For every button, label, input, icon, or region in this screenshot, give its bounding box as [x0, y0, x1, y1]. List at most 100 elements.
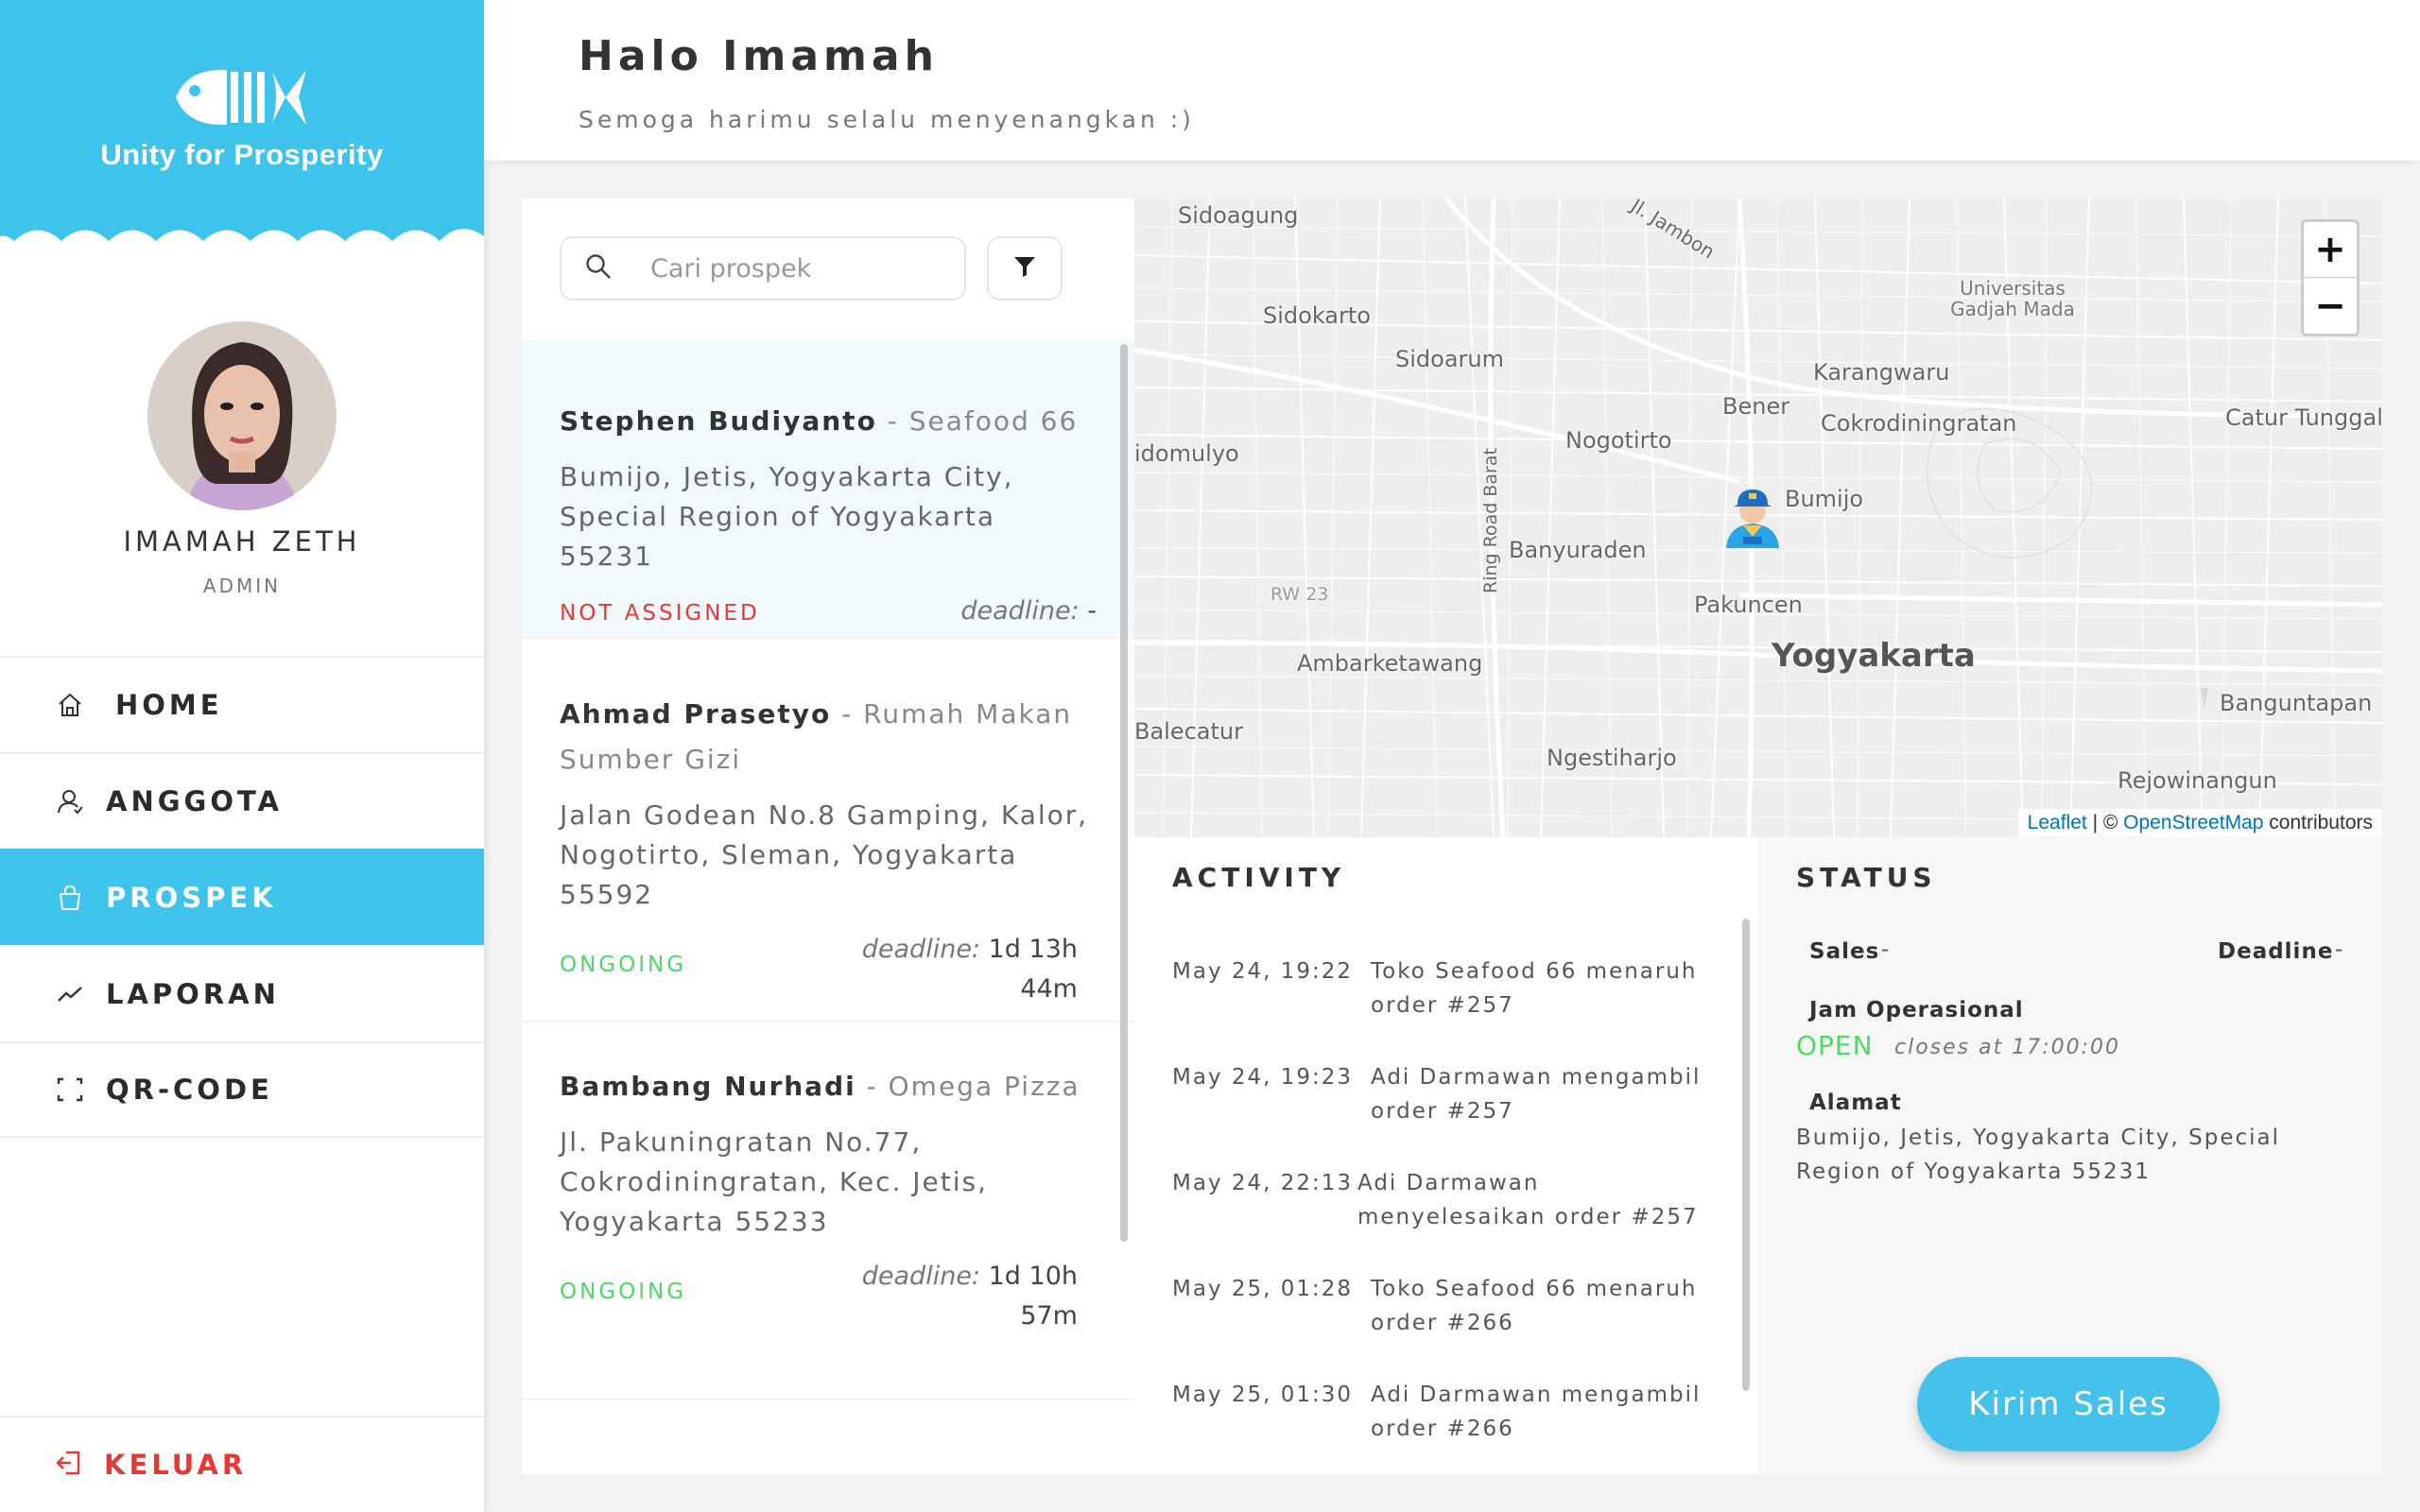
prospect-business: Seafood 66: [908, 405, 1079, 437]
brand-wave-background: [0, 0, 484, 241]
map-label: Ambarketawang: [1297, 650, 1483, 677]
nav-item-laporan[interactable]: LAPORAN: [0, 945, 484, 1041]
activity-scrollbar[interactable]: [1742, 919, 1750, 1391]
prospect-list-panel: Cari prospek Stephen Budiyanto - Seafood…: [522, 198, 1134, 1474]
prospect-name: Ahmad Prasetyo: [560, 698, 832, 730]
bag-icon: [55, 883, 85, 913]
zoom-out-button[interactable]: −: [2304, 278, 2357, 334]
map-attribution: Leaflet | © OpenStreetMap contributors: [2017, 809, 2382, 837]
operating-hours-label: Jam Operasional: [1809, 998, 2024, 1022]
deadline-label: deadline:: [960, 596, 1080, 626]
prospect-address: Bumijo, Jetis, Yogyakarta City, Special …: [560, 461, 1014, 572]
activity-title: ACTIVITY: [1172, 862, 1346, 893]
prospect-title: Ahmad Prasetyo - Rumah Makan Sumber Gizi: [560, 692, 1097, 782]
prospect-item[interactable]: Bambang Nurhadi - Omega Pizza Jl. Pakuni…: [522, 1022, 1134, 1400]
prospect-deadline: deadline: -: [960, 592, 1097, 631]
filter-icon: [1012, 254, 1037, 283]
prospect-list[interactable]: Stephen Budiyanto - Seafood 66 Bumijo, J…: [522, 340, 1134, 1474]
map-label: Banguntapan: [2220, 690, 2373, 716]
page-header: Halo Imamah Semoga harimu selalu menyena…: [484, 0, 2420, 161]
map[interactable]: Sidoagung Jl. Jambon Sidokarto Sidoarum …: [1134, 198, 2382, 837]
map-label: Pakuncen: [1694, 592, 1803, 618]
logout-label: KELUAR: [104, 1449, 248, 1481]
map-label: Catur Tunggal: [2225, 404, 2382, 431]
map-label: Banyuraden: [1509, 537, 1647, 563]
send-sales-button[interactable]: Kirim Sales: [1917, 1357, 2220, 1452]
profile-name: IMAMAH ZETH: [123, 525, 361, 558]
attribution-separator: | ©: [2086, 812, 2124, 833]
nav-item-qr-code[interactable]: QR-CODE: [0, 1041, 484, 1138]
map-label: Cokrodiningratan: [1821, 410, 2017, 437]
page-subtitle: Semoga harimu selalu menyenangkan :): [579, 106, 1195, 133]
deadline-label: deadline:: [861, 1262, 981, 1291]
search-icon: [584, 252, 613, 284]
zoom-control: + −: [2301, 219, 2360, 336]
sales-value: -: [1881, 937, 1892, 962]
activity-time: May 24, 22:13: [1172, 1171, 1354, 1195]
prospect-status: ONGOING: [560, 1280, 687, 1304]
prospect-status: NOT ASSIGNED: [560, 601, 760, 626]
activity-time: May 24, 19:22: [1172, 959, 1354, 984]
deadline-value: -: [2335, 937, 2345, 962]
chart-icon: [55, 979, 85, 1009]
map-label: Universitas Gadjah Mada: [1950, 277, 2075, 320]
prospect-title: Stephen Budiyanto - Seafood 66: [560, 399, 1097, 444]
map-label: idomulyo: [1134, 440, 1239, 467]
logout-icon: [55, 1449, 83, 1481]
deadline-label: Deadline: [2218, 939, 2334, 964]
filter-button[interactable]: [987, 236, 1063, 301]
prospect-name: Stephen Budiyanto: [560, 405, 877, 437]
prospect-item[interactable]: Ahmad Prasetyo - Rumah Makan Sumber Gizi…: [522, 639, 1134, 1022]
page-title: Halo Imamah: [579, 32, 939, 80]
deadline-value: 1d 13h 44m: [988, 935, 1078, 1004]
prospect-business: Omega Pizza: [888, 1071, 1080, 1102]
leaflet-link[interactable]: Leaflet: [2028, 812, 2087, 833]
prospect-title: Bambang Nurhadi - Omega Pizza: [560, 1064, 1097, 1109]
map-label: Ring Road Barat: [1479, 448, 1501, 593]
sales-label: Sales: [1809, 939, 1880, 964]
osm-link[interactable]: OpenStreetMap: [2123, 812, 2263, 833]
prospect-item[interactable]: Stephen Budiyanto - Seafood 66 Bumijo, J…: [522, 340, 1134, 639]
activity-panel: ACTIVITY May 24, 19:22 Toko Seafood 66 m…: [1134, 837, 1758, 1474]
map-label: Balecatur: [1134, 718, 1243, 745]
map-label: Bumijo: [1785, 486, 1864, 512]
nav-item-home[interactable]: HOME: [0, 656, 484, 752]
deadline-label: deadline:: [861, 935, 981, 964]
prospect-address: Jl. Pakuningratan No.77, Cokrodiningrata…: [560, 1126, 988, 1237]
deadline-value: 1d 10h 57m: [988, 1262, 1078, 1331]
nav-item-prospek[interactable]: PROSPEK: [0, 849, 484, 945]
address-label: Alamat: [1809, 1091, 1902, 1115]
activity-message: Adi Darmawan menyelesaikan order #257: [1357, 1171, 1699, 1229]
nav-label-laporan: LAPORAN: [106, 978, 280, 1010]
nav-label-qr-code: QR-CODE: [106, 1074, 273, 1106]
map-label: Ngestiharjo: [1547, 745, 1677, 771]
sidebar-nav: HOME ANGGOTA PROSPEK LAPORAN QR-CODE: [0, 656, 484, 1138]
activity-time: May 24, 19:23: [1172, 1065, 1354, 1090]
zoom-in-button[interactable]: +: [2304, 222, 2357, 278]
activity-message: Toko Seafood 66 menaruh order #257: [1371, 959, 1698, 1018]
deadline-value: -: [1087, 596, 1097, 626]
prospect-name: Bambang Nurhadi: [560, 1071, 856, 1102]
map-label: Sidoagung: [1178, 202, 1299, 229]
map-label: Rejowinangun: [2118, 767, 2277, 794]
search-placeholder: Cari prospek: [650, 253, 812, 284]
avatar[interactable]: [147, 321, 337, 510]
nav-label-anggota: ANGGOTA: [106, 785, 283, 817]
address-value: Bumijo, Jetis, Yogyakarta City, Special …: [1796, 1125, 2281, 1184]
status-panel: STATUS Sales - Deadline - Jam Operasiona…: [1758, 837, 2382, 1474]
home-icon: [55, 690, 85, 720]
courier-marker-icon[interactable]: [1719, 482, 1787, 550]
search-input[interactable]: Cari prospek: [560, 236, 966, 301]
activity-message: Adi Darmawan mengambil order #257: [1371, 1065, 1702, 1124]
status-title: STATUS: [1796, 862, 1937, 893]
open-status-badge: OPEN: [1796, 1030, 1874, 1061]
list-scrollbar[interactable]: [1120, 344, 1128, 1242]
attribution-tail: contributors: [2263, 812, 2373, 833]
user-icon: [55, 786, 85, 816]
map-label: Sidoarum: [1395, 346, 1504, 372]
logout-button[interactable]: KELUAR: [0, 1416, 484, 1512]
prospect-status: ONGOING: [560, 953, 687, 977]
activity-time: May 25, 01:28: [1172, 1277, 1354, 1301]
prospect-deadline: deadline: 1d 13h 44m: [860, 930, 1078, 1009]
nav-item-anggota[interactable]: ANGGOTA: [0, 752, 484, 849]
